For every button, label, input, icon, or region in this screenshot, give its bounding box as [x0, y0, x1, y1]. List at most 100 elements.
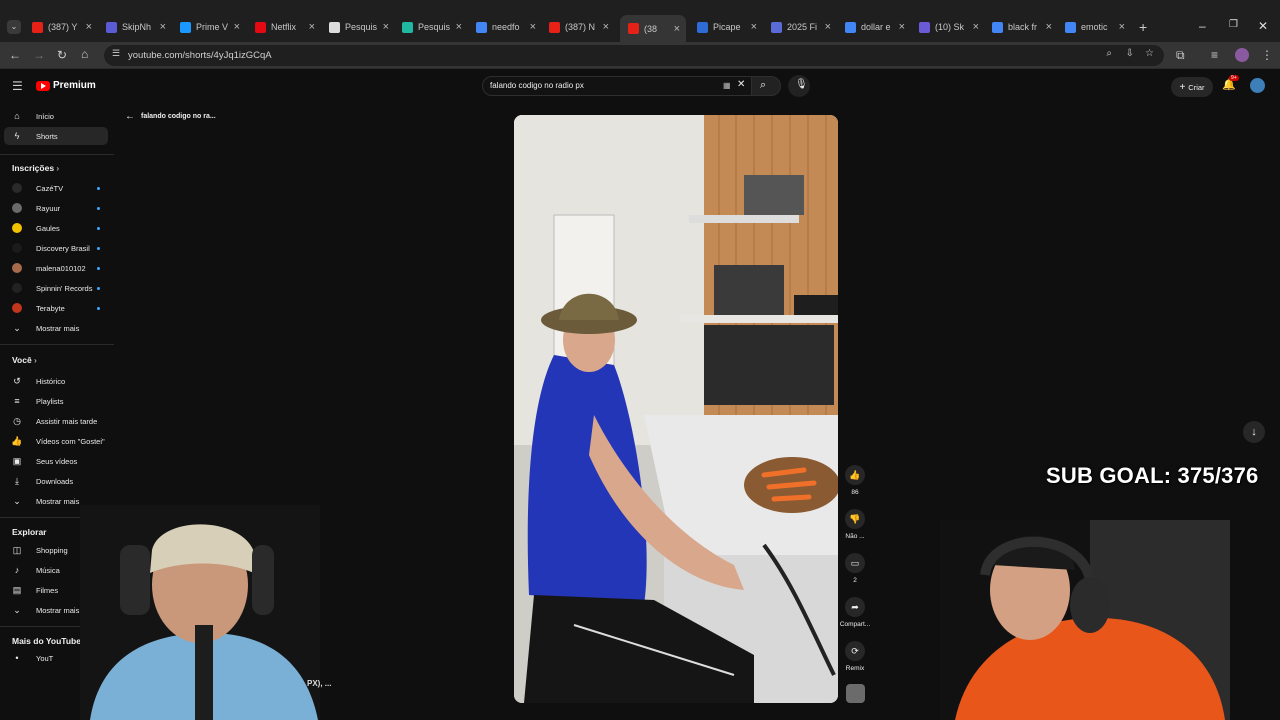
remix-button[interactable]: ⟳ Remix	[845, 641, 865, 672]
address-bar[interactable]: ☰ youtube.com/shorts/4yJq1izGCqA ⌕ ⇩ ☆	[104, 45, 1164, 66]
webcam-left	[80, 505, 320, 720]
sidebar-item[interactable]: malena010102	[4, 259, 108, 277]
sidebar-item[interactable]: ⌂ Início	[4, 107, 108, 125]
install-icon[interactable]: ⇩	[1126, 48, 1134, 59]
film-icon: ▤	[12, 584, 22, 595]
browser-tab[interactable]: SkipNh ×	[106, 17, 166, 37]
browser-tab[interactable]: (387) Y ×	[32, 17, 92, 37]
media-control-icon[interactable]: ≡	[1211, 48, 1218, 62]
tab-close-icon[interactable]: ×	[1046, 21, 1052, 33]
next-video-button[interactable]: ↓	[1243, 421, 1265, 443]
browser-tab[interactable]: Prime V ×	[180, 17, 240, 37]
home-browser-icon[interactable]: ⌂	[81, 47, 88, 61]
browser-tab[interactable]: (10) Sk ×	[919, 17, 979, 37]
hamburger-menu-icon[interactable]: ☰	[12, 79, 23, 93]
sidebar-item[interactable]: ▣ Seus vídeos	[4, 452, 108, 470]
sidebar-item-label: Início	[36, 111, 54, 121]
browser-tab[interactable]: dollar e ×	[845, 17, 905, 37]
tab-close-icon[interactable]: ×	[309, 21, 315, 33]
sidebar-item[interactable]: CazéTV	[4, 179, 108, 197]
sidebar-item[interactable]: Spinnin' Records	[4, 279, 108, 297]
tab-close-icon[interactable]: ×	[899, 21, 905, 33]
tab-close-icon[interactable]: ×	[86, 21, 92, 33]
sidebar-section-title[interactable]: Você ›	[12, 355, 37, 365]
zoom-icon[interactable]: ⌕	[1106, 48, 1112, 59]
tab-close-icon[interactable]: ×	[603, 21, 609, 33]
browser-tab[interactable]: 2025 Fi ×	[771, 17, 831, 37]
search-input[interactable]: falando codigo no radio px ▦ ✕	[482, 76, 752, 96]
audio-thumbnail[interactable]	[846, 684, 865, 703]
sidebar-item[interactable]: ◷ Assistir mais tarde	[4, 412, 108, 430]
account-avatar[interactable]	[1250, 78, 1265, 93]
search-query: falando codigo no radio px	[490, 81, 584, 90]
keyboard-icon[interactable]: ▦	[723, 81, 731, 90]
browser-tab[interactable]: emotic ×	[1065, 17, 1125, 37]
close-window-icon[interactable]: ✕	[1258, 19, 1268, 33]
clear-search-icon[interactable]: ✕	[737, 79, 745, 90]
tab-close-icon[interactable]: ×	[973, 21, 979, 33]
tab-close-icon[interactable]: ×	[1119, 21, 1125, 33]
bookmark-star-icon[interactable]: ☆	[1145, 48, 1154, 59]
back-to-results-link[interactable]: ← falando codigo no ra...	[125, 111, 216, 122]
tab-favicon-icon	[402, 21, 413, 33]
tab-close-icon[interactable]: ×	[383, 21, 389, 33]
sidebar-item[interactable]: Discovery Brasil	[4, 239, 108, 257]
search-button[interactable]: ⌕	[751, 76, 781, 96]
sidebar-item-label: Filmes	[36, 585, 59, 595]
sidebar-item[interactable]: Gaules	[4, 219, 108, 237]
tab-label: black fr	[1008, 22, 1038, 32]
minimize-icon[interactable]: –	[1199, 19, 1206, 33]
sidebar-item[interactable]: ≡ Playlists	[4, 392, 108, 410]
browser-tab[interactable]: Picape ×	[697, 17, 757, 37]
youtube-logo[interactable]: Premium	[36, 80, 96, 91]
tab-search-icon[interactable]: ⌄	[7, 20, 21, 34]
dislike-label: Não ...	[845, 533, 865, 540]
sidebar-item-label: Playlists	[36, 396, 64, 406]
thumbs-down-icon: 👎	[849, 513, 861, 524]
site-info-icon[interactable]: ☰	[112, 48, 120, 59]
chevron-down-icon: ⌄	[13, 495, 21, 506]
like-button[interactable]: 👍 86	[845, 465, 865, 496]
browser-tab[interactable]: Pesquis ×	[329, 17, 389, 37]
tab-close-icon[interactable]: ×	[530, 21, 536, 33]
sidebar-item-label: Seus vídeos	[36, 456, 78, 466]
tab-close-icon[interactable]: ×	[751, 21, 757, 33]
browser-tab[interactable]: needfo ×	[476, 17, 536, 37]
reload-icon[interactable]: ↻	[57, 48, 67, 62]
tab-close-icon[interactable]: ×	[456, 21, 462, 33]
browser-tab[interactable]: Pesquis ×	[402, 17, 462, 37]
sidebar-item[interactable]: ↺ Histórico	[4, 372, 108, 390]
tab-close-icon[interactable]: ×	[674, 23, 680, 35]
comments-button[interactable]: ▭ 2	[845, 553, 865, 584]
browser-menu-icon[interactable]: ⋮	[1261, 48, 1273, 62]
create-button[interactable]: + Criar	[1171, 77, 1213, 97]
share-icon: ➦	[851, 601, 859, 612]
sidebar-section-title[interactable]: Inscrições ›	[12, 163, 59, 173]
back-icon[interactable]: ←	[9, 48, 21, 62]
browser-tab[interactable]: (387) N ×	[549, 17, 609, 37]
browser-tab[interactable]: (38 ×	[620, 15, 686, 42]
profile-avatar[interactable]	[1235, 48, 1249, 62]
tab-close-icon[interactable]: ×	[160, 21, 166, 33]
sidebar-item[interactable]: 👍 Vídeos com "Gostei"	[4, 432, 108, 450]
extensions-icon[interactable]: ⧉	[1176, 48, 1185, 63]
sidebar-item[interactable]: ϟ Shorts	[4, 127, 108, 145]
browser-tab[interactable]: Netflix ×	[255, 17, 315, 37]
share-button[interactable]: ➦ Compart...	[840, 597, 870, 628]
notifications-button[interactable]: 🔔 9+	[1222, 75, 1239, 91]
sidebar-item[interactable]: Rayuur	[4, 199, 108, 217]
sidebar-item[interactable]: Terabyte	[4, 299, 108, 317]
voice-search-button[interactable]: 🎙	[788, 75, 810, 97]
sidebar-item[interactable]: ⌄ Mostrar mais	[4, 319, 108, 337]
sidebar-item[interactable]: ⤓ Downloads	[4, 472, 108, 490]
tab-favicon-icon	[549, 21, 560, 33]
tab-close-icon[interactable]: ×	[234, 21, 240, 33]
forward-icon[interactable]: →	[33, 48, 45, 62]
tab-close-icon[interactable]: ×	[825, 21, 831, 33]
section-title-text: Você	[12, 355, 32, 365]
new-tab-icon[interactable]: +	[1139, 19, 1147, 35]
shorts-video-player[interactable]	[514, 115, 838, 703]
restore-icon[interactable]: ❐	[1229, 19, 1238, 30]
dislike-button[interactable]: 👎 Não ...	[845, 509, 865, 540]
browser-tab[interactable]: black fr ×	[992, 17, 1052, 37]
